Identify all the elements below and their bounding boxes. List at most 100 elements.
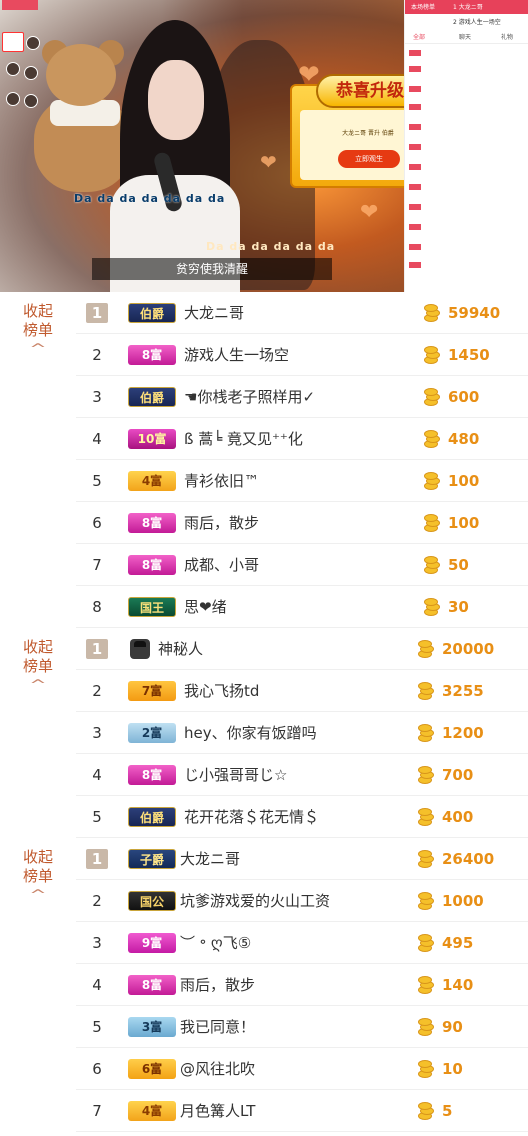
avatar[interactable] <box>6 62 20 76</box>
chat-panel[interactable]: 本场榜单 1 大龙ニ哥 2 游戏人生一场空 全部 聊天 礼物 <box>404 0 528 292</box>
chat-message <box>409 164 527 172</box>
rank-row[interactable]: 2 7富 我心飞扬td 3255 <box>76 670 528 712</box>
rank-number: 3 <box>92 934 102 952</box>
level-badge: 国公 <box>128 891 176 911</box>
rank-row[interactable]: 3 9富 ︶ ॰ ღ飞⑤ 495 <box>76 922 528 964</box>
user-name[interactable]: hey、你家有饭蹭吗 <box>184 712 317 754</box>
rank-number: 4 <box>92 976 102 994</box>
user-name[interactable]: 游戏人生一场空 <box>184 334 289 376</box>
user-name[interactable]: 月色篝人LT <box>180 1090 255 1132</box>
user-name[interactable]: ß 蒿╘ 竟又见⁺⁺化 <box>184 418 303 460</box>
rank-row[interactable]: 3 伯爵 ☚你桟老子照样用✓ 600 <box>76 376 528 418</box>
collapse-list-button[interactable]: 收起榜单 ^ <box>18 638 58 695</box>
rank-row[interactable]: 7 4富 月色篝人LT 5 <box>76 1090 528 1132</box>
rank-number: 1 <box>86 849 108 869</box>
user-name[interactable]: 我已同意！ <box>180 1006 255 1048</box>
contribution-amount: 100 <box>448 472 480 490</box>
avatar[interactable] <box>24 66 38 80</box>
user-name[interactable]: 我心飞扬td <box>184 670 259 712</box>
chevron-up-icon: ^ <box>29 678 47 693</box>
chevron-up-icon: ^ <box>29 342 47 357</box>
tab-all[interactable]: 全部 <box>413 32 425 41</box>
user-name[interactable]: じ小强哥哥じ☆ <box>184 754 287 796</box>
coin-icon <box>422 344 442 366</box>
chat-message <box>409 224 527 232</box>
upgrade-watch-button[interactable]: 立即观生 <box>338 150 400 168</box>
rank-row[interactable]: 6 8富 雨后，散步 100 <box>76 502 528 544</box>
video-player[interactable]: ❤ ❤ ❤ Da da da da da da da Da da da da d… <box>0 0 404 292</box>
rank-row[interactable]: 1 伯爵 大龙ニ哥 59940 <box>76 292 528 334</box>
ranking-lists: 收起榜单 ^ 1 伯爵 大龙ニ哥 59940 2 8富 游戏人生一场空 1450 3 伯爵 ☚你桟老子照… <box>0 292 528 1132</box>
level-badge: 3富 <box>128 1017 176 1037</box>
avatar[interactable] <box>6 92 20 106</box>
rank-row[interactable]: 5 伯爵 花开花落＄花无情＄ 400 <box>76 796 528 838</box>
coin-icon <box>422 554 442 576</box>
user-name[interactable]: 青衫依旧™ <box>184 460 259 502</box>
contribution-amount: 59940 <box>448 304 501 322</box>
rank-row[interactable]: 8 国王 思❤绪 30 <box>76 586 528 628</box>
rank-number: 1 <box>86 303 108 323</box>
contribution-amount: 5 <box>442 1102 453 1120</box>
rank-row[interactable]: 4 8富 雨后，散步 140 <box>76 964 528 1006</box>
user-name[interactable]: ☚你桟老子照样用✓ <box>184 376 315 418</box>
upgrade-title: 恭喜升级 <box>316 74 404 108</box>
user-name[interactable]: 坑爹游戏爱的火山工资 <box>180 880 330 922</box>
ranking-section: 收起榜单 ^ 1 伯爵 大龙ニ哥 59940 2 8富 游戏人生一场空 1450 3 伯爵 ☚你桟老子照… <box>0 292 528 628</box>
mystery-user-icon <box>130 639 150 659</box>
contribution-amount: 10 <box>442 1060 463 1078</box>
user-name[interactable]: ︶ ॰ ღ飞⑤ <box>180 922 251 964</box>
coin-icon <box>422 386 442 408</box>
user-name[interactable]: 思❤绪 <box>184 586 227 628</box>
user-name[interactable]: 雨后，散步 <box>180 964 255 1006</box>
collapse-list-button[interactable]: 收起榜单 ^ <box>18 302 58 359</box>
level-badge: 4富 <box>128 1101 176 1121</box>
user-name[interactable]: 大龙ニ哥 <box>184 292 244 334</box>
user-name[interactable]: 神秘人 <box>158 628 203 670</box>
rank-row[interactable]: 5 3富 我已同意！ 90 <box>76 1006 528 1048</box>
user-name[interactable]: @风往北吹 <box>180 1048 255 1090</box>
live-stream-area[interactable]: ❤ ❤ ❤ Da da da da da da da Da da da da d… <box>0 0 528 292</box>
coin-icon <box>416 890 436 912</box>
contribution-amount: 26400 <box>442 850 495 868</box>
avatar[interactable] <box>26 36 40 50</box>
rank-number: 2 <box>92 346 102 364</box>
rank-row[interactable]: 6 6富 @风往北吹 10 <box>76 1048 528 1090</box>
coin-icon <box>422 596 442 618</box>
chat-message <box>409 66 527 74</box>
rank-row[interactable]: 1 神秘人 20000 <box>76 628 528 670</box>
rank-row[interactable]: 2 国公 坑爹游戏爱的火山工资 1000 <box>76 880 528 922</box>
chevron-up-icon: ^ <box>29 888 47 903</box>
gift-box-icon[interactable] <box>2 32 24 52</box>
rank-number: 7 <box>92 556 102 574</box>
rank-number: 2 <box>92 682 102 700</box>
chat-message <box>409 144 527 152</box>
rank-row[interactable]: 4 8富 じ小强哥哥じ☆ 700 <box>76 754 528 796</box>
user-name[interactable]: 成都、小哥 <box>184 544 259 586</box>
chat-message <box>409 184 527 192</box>
coin-icon <box>416 806 436 828</box>
avatar[interactable] <box>24 94 38 108</box>
rank-number: 4 <box>92 766 102 784</box>
rank-row[interactable]: 4 10富 ß 蒿╘ 竟又见⁺⁺化 480 <box>76 418 528 460</box>
user-name[interactable]: 雨后，散步 <box>184 502 259 544</box>
rank-row[interactable]: 7 8富 成都、小哥 50 <box>76 544 528 586</box>
coin-icon <box>422 428 442 450</box>
chat-rank-name[interactable]: 游戏人生一场空 <box>459 19 501 26</box>
rank-row[interactable]: 1 子爵 大龙ニ哥 26400 <box>76 838 528 880</box>
user-name[interactable]: 花开花落＄花无情＄ <box>184 796 319 838</box>
level-badge: 8富 <box>128 765 176 785</box>
user-name[interactable]: 大龙ニ哥 <box>180 838 240 880</box>
chat-rank-name[interactable]: 大龙ニ哥 <box>459 4 483 11</box>
level-badge: 子爵 <box>128 849 176 869</box>
rank-number: 4 <box>92 430 102 448</box>
rank-row[interactable]: 5 4富 青衫依旧™ 100 <box>76 460 528 502</box>
collapse-list-button[interactable]: 收起榜单 ^ <box>18 848 58 905</box>
rank-row[interactable]: 3 2富 hey、你家有饭蹭吗 1200 <box>76 712 528 754</box>
rank-number: 1 <box>86 639 108 659</box>
coin-icon <box>416 848 436 870</box>
tab-gifts[interactable]: 礼物 <box>501 32 513 41</box>
chat-message <box>409 124 527 132</box>
tab-chat[interactable]: 聊天 <box>459 32 471 41</box>
rank-row[interactable]: 2 8富 游戏人生一场空 1450 <box>76 334 528 376</box>
level-badge: 伯爵 <box>128 807 176 827</box>
